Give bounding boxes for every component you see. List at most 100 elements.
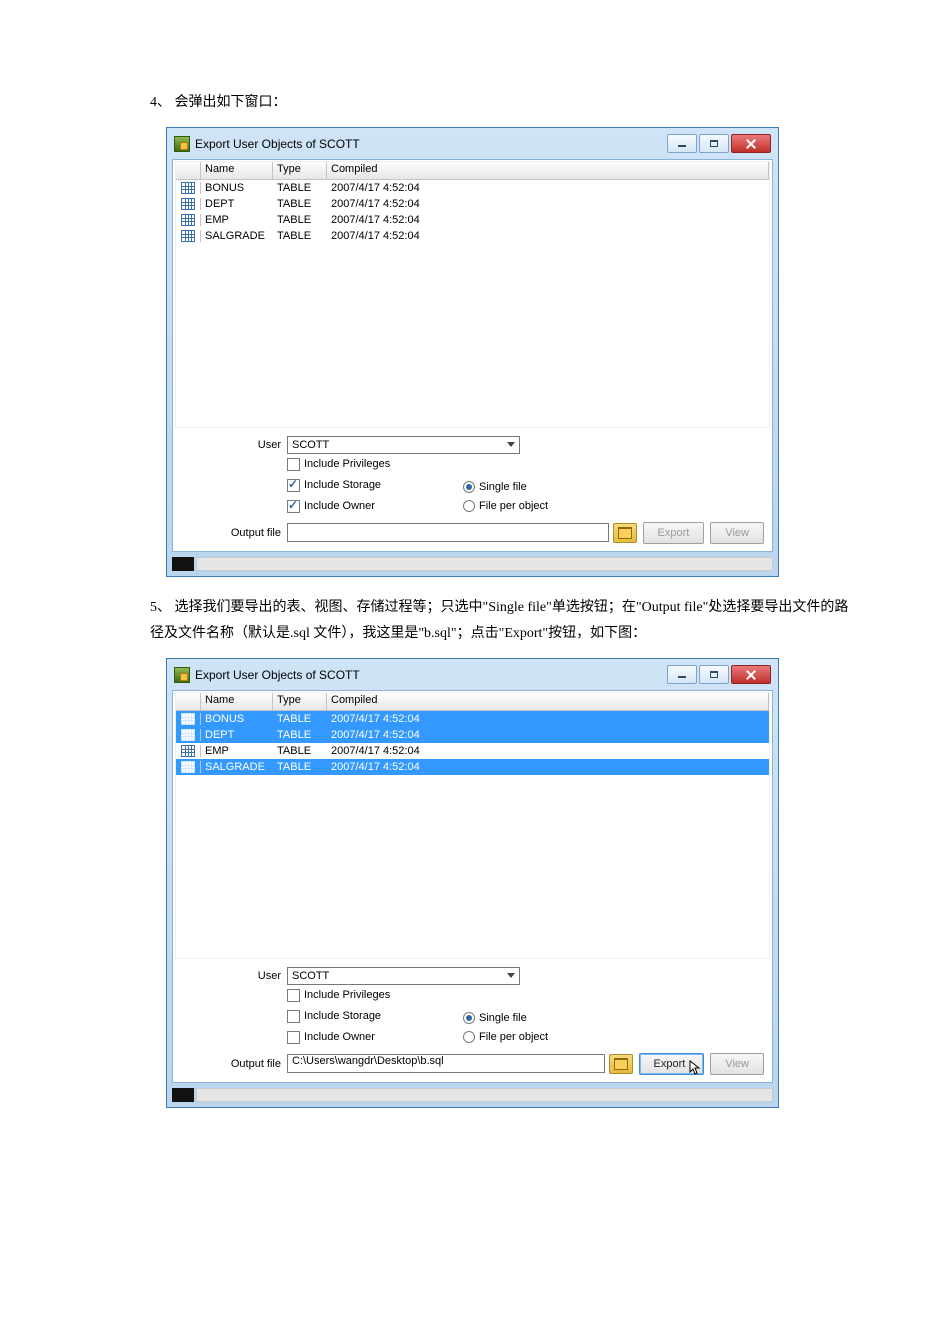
include-privileges-checkbox[interactable]: Include Privileges bbox=[287, 458, 390, 471]
checkbox-icon bbox=[287, 458, 300, 471]
radio-icon bbox=[463, 1012, 475, 1024]
column-header-compiled[interactable]: Compiled bbox=[327, 162, 769, 179]
cell-name: SALGRADE bbox=[201, 761, 273, 773]
titlebar[interactable]: Export User Objects of SCOTT bbox=[172, 133, 773, 155]
file-per-object-radio[interactable]: File per object bbox=[463, 500, 548, 512]
cell-compiled: 2007/4/17 4:52:04 bbox=[327, 214, 769, 226]
browse-button[interactable] bbox=[613, 523, 637, 543]
user-combobox[interactable]: SCOTT bbox=[287, 436, 520, 454]
cell-name: DEPT bbox=[201, 198, 273, 210]
cell-name: SALGRADE bbox=[201, 230, 273, 242]
single-file-radio[interactable]: Single file bbox=[463, 1012, 527, 1024]
user-value: SCOTT bbox=[292, 970, 329, 982]
objects-grid[interactable]: Name Type Compiled BONUSTABLE2007/4/17 4… bbox=[175, 161, 770, 428]
minimize-button[interactable] bbox=[667, 134, 697, 153]
table-icon bbox=[181, 182, 195, 194]
scrollbar-thumb[interactable] bbox=[172, 557, 194, 571]
export-button[interactable]: Export bbox=[639, 1053, 705, 1075]
column-header-type[interactable]: Type bbox=[273, 693, 327, 710]
radio-icon bbox=[463, 481, 475, 493]
column-header-type[interactable]: Type bbox=[273, 162, 327, 179]
include-storage-checkbox[interactable]: Include Storage bbox=[287, 479, 381, 492]
cell-name: BONUS bbox=[201, 182, 273, 194]
app-icon bbox=[174, 136, 190, 152]
include-privileges-checkbox[interactable]: Include Privileges bbox=[287, 989, 390, 1002]
output-file-input[interactable]: C:\Users\wangdr\Desktop\b.sql bbox=[287, 1054, 605, 1073]
maximize-button[interactable] bbox=[699, 134, 729, 153]
single-file-radio[interactable]: Single file bbox=[463, 481, 527, 493]
table-row[interactable]: DEPTTABLE2007/4/17 4:52:04 bbox=[176, 727, 769, 743]
column-header-name[interactable]: Name bbox=[201, 162, 273, 179]
checkbox-icon bbox=[287, 479, 300, 492]
titlebar[interactable]: Export User Objects of SCOTT bbox=[172, 664, 773, 686]
cell-compiled: 2007/4/17 4:52:04 bbox=[327, 198, 769, 210]
table-icon bbox=[181, 713, 195, 725]
cell-compiled: 2007/4/17 4:52:04 bbox=[327, 745, 769, 757]
scrollbar-thumb[interactable] bbox=[172, 1088, 194, 1102]
cell-type: TABLE bbox=[273, 713, 327, 725]
table-row[interactable]: EMPTABLE2007/4/17 4:52:04 bbox=[176, 743, 769, 759]
column-header-name[interactable]: Name bbox=[201, 693, 273, 710]
user-label: User bbox=[181, 439, 287, 451]
table-row[interactable]: EMPTABLE2007/4/17 4:52:04 bbox=[176, 212, 769, 228]
radio-icon bbox=[463, 500, 475, 512]
scrollbar-track[interactable] bbox=[196, 557, 773, 571]
output-file-label: Output file bbox=[181, 1058, 287, 1070]
table-row[interactable]: BONUSTABLE2007/4/17 4:52:04 bbox=[176, 180, 769, 196]
objects-grid[interactable]: Name Type Compiled BONUSTABLE2007/4/17 4… bbox=[175, 692, 770, 959]
chevron-down-icon bbox=[507, 973, 515, 978]
table-icon bbox=[181, 729, 195, 741]
browse-button[interactable] bbox=[609, 1054, 633, 1074]
window-title: Export User Objects of SCOTT bbox=[195, 668, 667, 682]
status-scrollbar[interactable] bbox=[172, 557, 773, 571]
cell-compiled: 2007/4/17 4:52:04 bbox=[327, 230, 769, 242]
cell-type: TABLE bbox=[273, 745, 327, 757]
maximize-button[interactable] bbox=[699, 665, 729, 684]
table-row[interactable]: DEPTTABLE2007/4/17 4:52:04 bbox=[176, 196, 769, 212]
close-button[interactable] bbox=[731, 665, 771, 684]
close-button[interactable] bbox=[731, 134, 771, 153]
column-header-compiled[interactable]: Compiled bbox=[327, 693, 769, 710]
cell-name: EMP bbox=[201, 214, 273, 226]
close-icon bbox=[746, 139, 756, 149]
include-storage-checkbox[interactable]: Include Storage bbox=[287, 1010, 381, 1023]
user-combobox[interactable]: SCOTT bbox=[287, 967, 520, 985]
folder-open-icon bbox=[614, 1058, 628, 1070]
checkbox-icon bbox=[287, 1031, 300, 1044]
checkbox-icon bbox=[287, 989, 300, 1002]
folder-open-icon bbox=[618, 527, 632, 539]
include-owner-checkbox[interactable]: Include Owner bbox=[287, 500, 375, 513]
cell-type: TABLE bbox=[273, 761, 327, 773]
include-owner-checkbox[interactable]: Include Owner bbox=[287, 1031, 375, 1044]
table-icon bbox=[181, 745, 195, 757]
view-button[interactable]: View bbox=[710, 1053, 764, 1075]
checkbox-icon bbox=[287, 1010, 300, 1023]
table-row[interactable]: BONUSTABLE2007/4/17 4:52:04 bbox=[176, 711, 769, 727]
status-scrollbar[interactable] bbox=[172, 1088, 773, 1102]
step-5-text: 5、 选择我们要导出的表、视图、存储过程等；只选中"Single file"单选… bbox=[150, 595, 855, 648]
checkbox-icon bbox=[287, 500, 300, 513]
export-dialog-1: Export User Objects of SCOTT Name Type C… bbox=[166, 127, 779, 577]
export-dialog-2: Export User Objects of SCOTT Name Type C… bbox=[166, 658, 779, 1108]
chevron-down-icon bbox=[507, 442, 515, 447]
file-per-object-radio[interactable]: File per object bbox=[463, 1031, 548, 1043]
minimize-button[interactable] bbox=[667, 665, 697, 684]
export-button[interactable]: Export bbox=[643, 522, 705, 544]
user-value: SCOTT bbox=[292, 439, 329, 451]
step-4-text: 4、 会弹出如下窗口： bbox=[150, 90, 855, 117]
view-button[interactable]: View bbox=[710, 522, 764, 544]
output-file-label: Output file bbox=[181, 527, 287, 539]
table-row[interactable]: SALGRADETABLE2007/4/17 4:52:04 bbox=[176, 228, 769, 244]
table-icon bbox=[181, 761, 195, 773]
output-file-input[interactable] bbox=[287, 523, 609, 542]
cell-name: DEPT bbox=[201, 729, 273, 741]
cell-compiled: 2007/4/17 4:52:04 bbox=[327, 713, 769, 725]
scrollbar-track[interactable] bbox=[196, 1088, 773, 1102]
minimize-icon bbox=[678, 145, 686, 147]
cell-type: TABLE bbox=[273, 230, 327, 242]
table-icon bbox=[181, 230, 195, 242]
cell-name: EMP bbox=[201, 745, 273, 757]
window-title: Export User Objects of SCOTT bbox=[195, 137, 667, 151]
cell-compiled: 2007/4/17 4:52:04 bbox=[327, 761, 769, 773]
table-row[interactable]: SALGRADETABLE2007/4/17 4:52:04 bbox=[176, 759, 769, 775]
